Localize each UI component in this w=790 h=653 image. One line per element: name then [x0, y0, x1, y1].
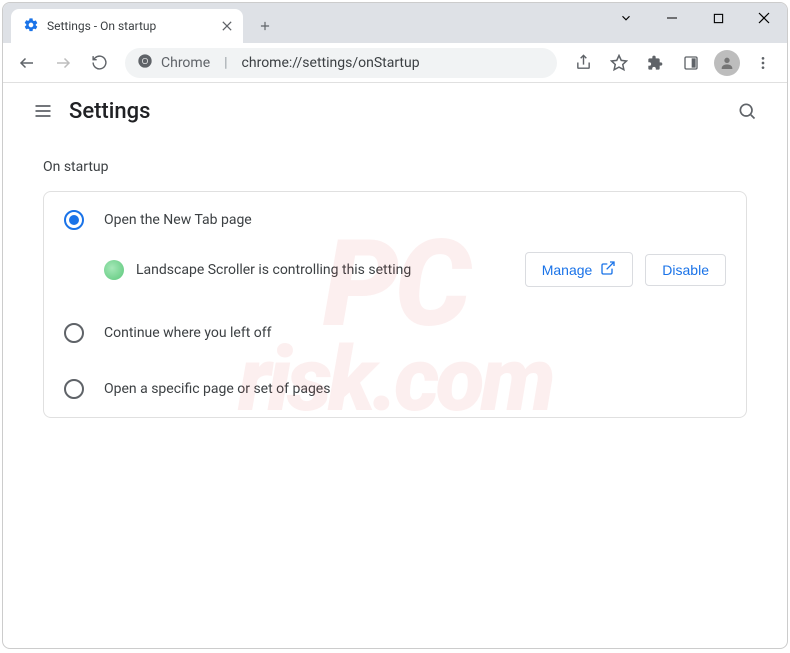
radio-unselected-icon[interactable] — [64, 379, 84, 399]
close-tab-button[interactable] — [219, 18, 235, 34]
radio-unselected-icon[interactable] — [64, 323, 84, 343]
settings-header: Settings — [3, 83, 787, 139]
section-heading: On startup — [43, 159, 747, 175]
maximize-button[interactable] — [695, 3, 741, 33]
option-specific-pages[interactable]: Open a specific page or set of pages — [44, 361, 746, 417]
browser-toolbar: Chrome | chrome://settings/onStartup — [3, 43, 787, 83]
back-button[interactable] — [11, 47, 43, 79]
option-open-new-tab[interactable]: Open the New Tab page — [44, 192, 746, 248]
startup-options-card: Open the New Tab page Landscape Scroller… — [43, 191, 747, 418]
minimize-button[interactable] — [649, 3, 695, 33]
extensions-icon[interactable] — [639, 47, 671, 79]
address-bar[interactable]: Chrome | chrome://settings/onStartup — [125, 48, 557, 78]
manage-label: Manage — [542, 262, 593, 278]
search-settings-button[interactable] — [727, 91, 767, 131]
tab-title: Settings - On startup — [47, 19, 156, 33]
extension-notice-text: Landscape Scroller is controlling this s… — [136, 262, 513, 278]
radio-selected-icon[interactable] — [64, 210, 84, 230]
disable-button[interactable]: Disable — [645, 254, 726, 286]
disable-label: Disable — [662, 262, 709, 278]
close-window-button[interactable] — [741, 3, 787, 33]
option-continue[interactable]: Continue where you left off — [44, 305, 746, 361]
browser-tab[interactable]: Settings - On startup — [11, 9, 243, 43]
hamburger-menu-icon[interactable] — [23, 91, 63, 131]
option-label: Open the New Tab page — [104, 212, 252, 228]
chrome-logo-icon — [137, 53, 153, 73]
manage-button[interactable]: Manage — [525, 252, 634, 287]
profile-avatar[interactable] — [711, 47, 743, 79]
open-in-new-icon — [600, 260, 616, 279]
option-label: Continue where you left off — [104, 325, 272, 341]
url-text: chrome://settings/onStartup — [242, 55, 420, 71]
url-scheme: Chrome — [161, 55, 210, 71]
dropdown-button[interactable] — [603, 3, 649, 33]
extension-icon — [104, 260, 124, 280]
url-separator: | — [218, 55, 233, 71]
forward-button[interactable] — [47, 47, 79, 79]
bookmark-star-icon[interactable] — [603, 47, 635, 79]
option-label: Open a specific page or set of pages — [104, 381, 330, 397]
share-icon[interactable] — [567, 47, 599, 79]
side-panel-icon[interactable] — [675, 47, 707, 79]
kebab-menu-icon[interactable] — [747, 47, 779, 79]
reload-button[interactable] — [83, 47, 115, 79]
settings-gear-icon — [23, 17, 39, 36]
new-tab-button[interactable] — [251, 12, 279, 40]
extension-control-notice: Landscape Scroller is controlling this s… — [44, 248, 746, 305]
page-title: Settings — [69, 99, 150, 124]
